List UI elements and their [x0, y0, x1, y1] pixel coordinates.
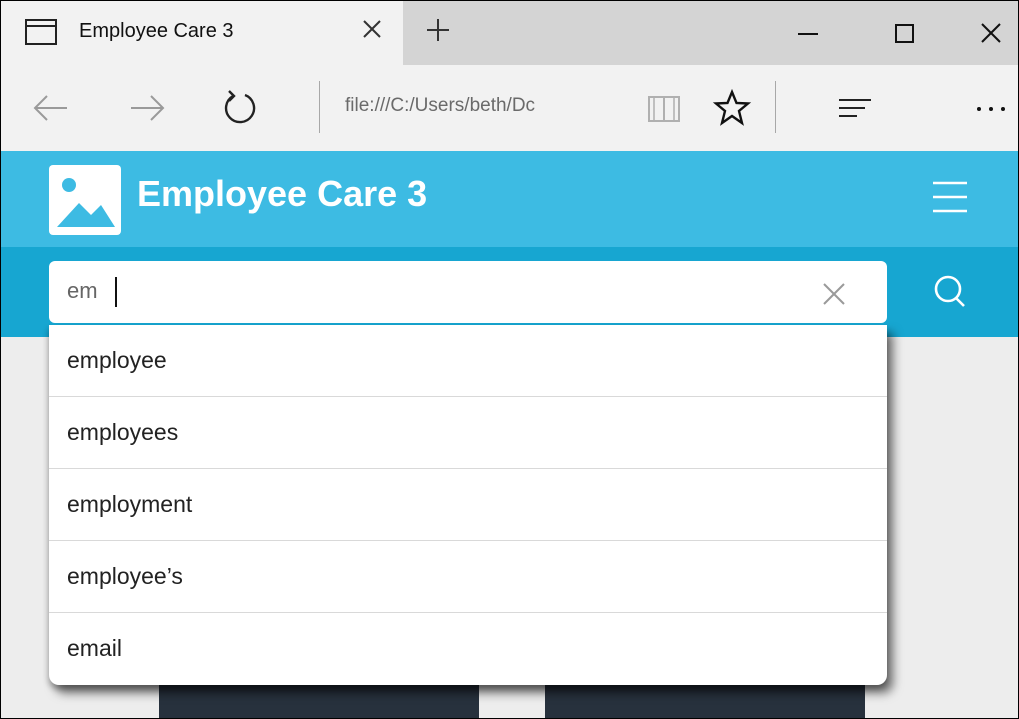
content-card: [545, 685, 865, 718]
suggestion-item[interactable]: employee: [49, 325, 887, 397]
hamburger-icon[interactable]: [929, 179, 971, 215]
app-title: Employee Care 3: [137, 173, 428, 214]
minimize-icon[interactable]: [788, 13, 828, 53]
hub-icon[interactable]: [835, 87, 877, 129]
more-icon[interactable]: [969, 87, 1011, 129]
clear-icon[interactable]: [821, 281, 847, 307]
tab-strip: Employee Care 3: [1, 1, 1018, 65]
back-arrow-icon[interactable]: [29, 87, 71, 129]
forward-arrow-icon[interactable]: [127, 87, 169, 129]
close-tab-icon[interactable]: [361, 18, 383, 40]
suggestion-item[interactable]: employee’s: [49, 541, 887, 613]
app-header: Employee Care 3: [1, 151, 1018, 247]
book-icon[interactable]: [643, 87, 685, 129]
suggestion-item[interactable]: employees: [49, 397, 887, 469]
search-input[interactable]: [67, 271, 787, 311]
tab-title: Employee Care 3: [79, 20, 234, 42]
close-window-icon[interactable]: [970, 13, 1010, 53]
suggestion-dropdown: employee employees employment employee’s…: [49, 325, 887, 685]
search-icon[interactable]: [931, 273, 967, 309]
image-icon: [49, 165, 121, 235]
search-box[interactable]: [49, 261, 887, 323]
browser-tab[interactable]: Employee Care 3: [1, 1, 403, 65]
search-bar: [1, 247, 1018, 337]
content-card: [159, 685, 479, 718]
star-icon[interactable]: [711, 87, 753, 129]
maximize-icon[interactable]: [884, 13, 924, 53]
url-field[interactable]: file:///C:/Users/beth/Dc: [345, 95, 625, 125]
separator: [775, 81, 776, 133]
new-tab-icon[interactable]: [425, 17, 451, 43]
refresh-icon[interactable]: [219, 87, 261, 129]
separator: [319, 81, 320, 133]
text-caret: [115, 277, 117, 307]
page-icon: [25, 19, 57, 45]
suggestion-item[interactable]: email: [49, 613, 887, 685]
browser-window: Employee Care 3 file:///C:/Users/beth/Dc…: [0, 0, 1019, 719]
suggestion-item[interactable]: employment: [49, 469, 887, 541]
address-bar: file:///C:/Users/beth/Dc: [1, 65, 1018, 151]
